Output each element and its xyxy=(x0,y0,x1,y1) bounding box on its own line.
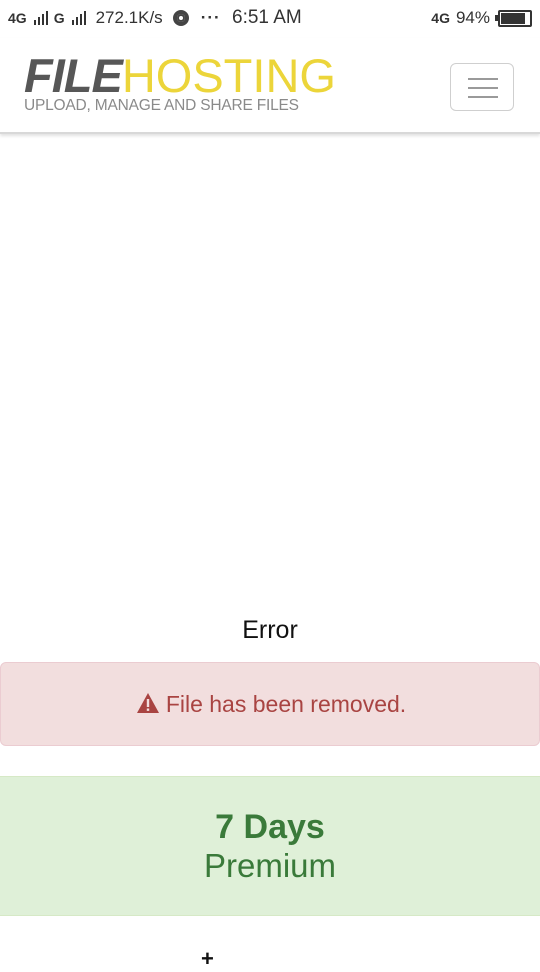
clock: 6:51 AM xyxy=(232,7,302,28)
hamburger-menu-button[interactable] xyxy=(450,63,514,111)
premium-offer[interactable]: 7 Days Premium xyxy=(0,776,540,916)
premium-label: Premium xyxy=(203,847,337,884)
logo-hosting-text: HOSTING xyxy=(121,49,336,102)
status-bar: 4G G 272.1K/s ··· 6:51 AM 4G 94% xyxy=(0,0,540,38)
network-type-2: G xyxy=(53,10,65,26)
hamburger-icon-line-1 xyxy=(468,78,498,80)
battery-percent: 94% xyxy=(455,8,490,27)
warning-icon xyxy=(136,693,159,713)
logo-wordmark: FILEHOSTING xyxy=(24,52,336,100)
battery-icon xyxy=(495,9,532,27)
error-alert: File has been removed. xyxy=(0,662,540,746)
alert-message: File has been removed. xyxy=(165,691,407,717)
network-type-right: 4G xyxy=(431,10,450,26)
status-bar-left: 4G G 272.1K/s ··· xyxy=(8,8,221,28)
network-speed: 272.1K/s xyxy=(95,8,163,27)
site-logo[interactable]: FILEHOSTING UPLOAD, MANAGE AND SHARE FIL… xyxy=(24,52,336,115)
network-type-1: 4G xyxy=(8,10,27,26)
premium-duration: 7 Days xyxy=(215,808,325,846)
signal-strength-icon-2 xyxy=(71,11,86,25)
chrome-icon xyxy=(172,10,189,26)
site-header: FILEHOSTING UPLOAD, MANAGE AND SHARE FIL… xyxy=(0,38,540,134)
alert-content: File has been removed. xyxy=(1,691,540,718)
logo-file-text: FILE xyxy=(24,49,123,102)
hamburger-icon-line-2 xyxy=(468,87,498,89)
logo-tagline: UPLOAD, MANAGE AND SHARE FILES xyxy=(24,97,299,114)
hamburger-icon-line-3 xyxy=(468,96,498,98)
battery-fill xyxy=(501,12,526,24)
signal-strength-icon xyxy=(33,11,48,25)
partial-plus-icon: + xyxy=(201,946,214,971)
more-notifications-icon: ··· xyxy=(200,8,221,27)
error-heading: Error xyxy=(242,616,298,644)
status-bar-right: 4G 94% xyxy=(431,8,532,28)
